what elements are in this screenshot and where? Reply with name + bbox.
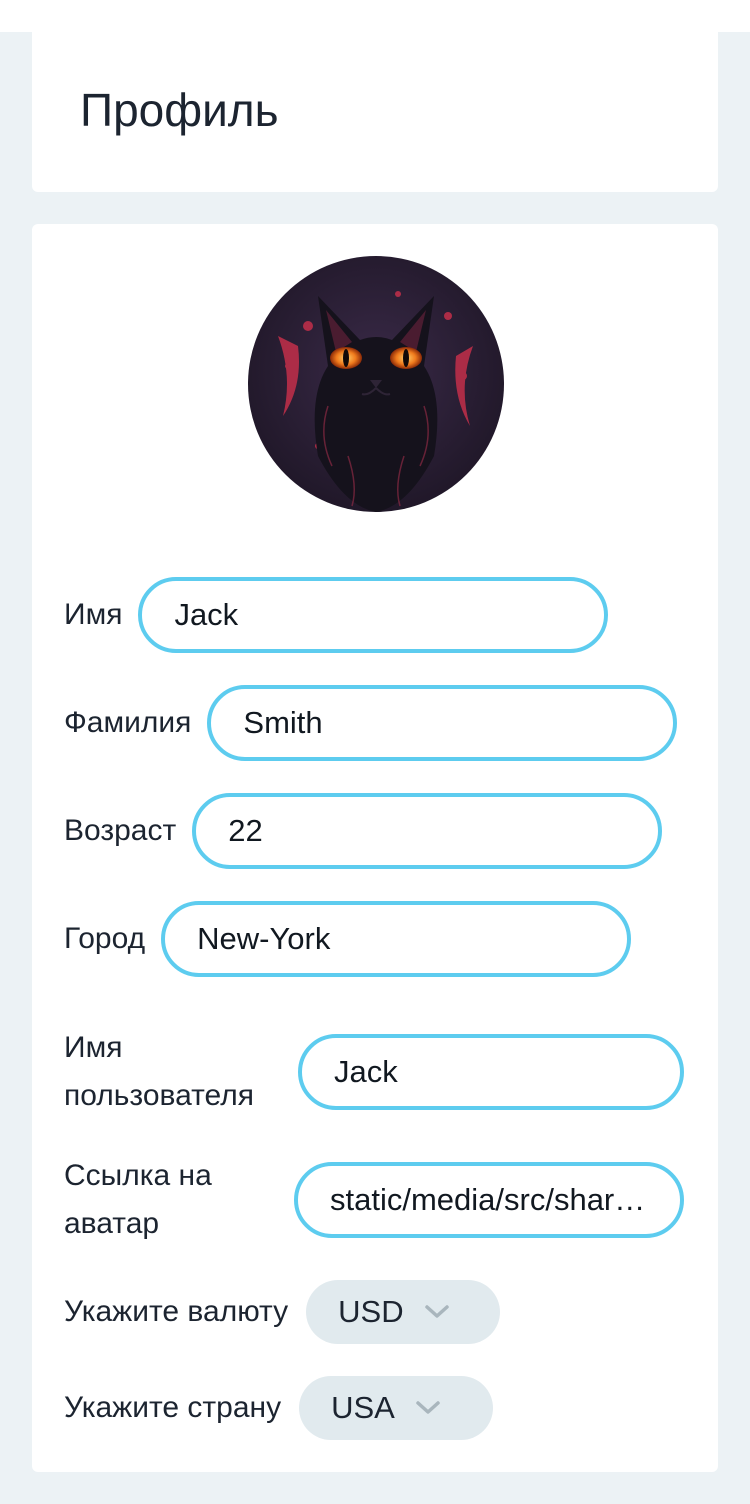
top-bar: [0, 0, 750, 32]
currency-select[interactable]: USD: [306, 1280, 501, 1344]
currency-row: Укажите валюту USD: [64, 1280, 501, 1344]
last-name-row: Фамилия: [64, 685, 678, 761]
last-name-label: Фамилия: [64, 706, 192, 739]
username-label: Имя пользователя: [64, 1031, 254, 1112]
first-name-input[interactable]: [138, 577, 609, 653]
username-input[interactable]: [298, 1034, 684, 1110]
avatar-image: [248, 256, 504, 512]
city-input[interactable]: [161, 901, 632, 977]
profile-card: Имя Фамилия Возраст Город Имя пользовате…: [32, 224, 718, 1472]
chevron-down-icon: [424, 1305, 449, 1318]
avatar-link-label: Ссылка на аватар: [64, 1159, 212, 1240]
chevron-down-icon: [416, 1401, 440, 1414]
city-label: Город: [64, 922, 146, 955]
first-name-row: Имя: [64, 577, 609, 653]
currency-value: USD: [338, 1294, 404, 1329]
page-title: Профиль: [80, 84, 279, 136]
country-label: Укажите страну: [64, 1391, 282, 1424]
avatar-link-input[interactable]: [294, 1162, 684, 1238]
country-value: USA: [331, 1390, 395, 1425]
avatar-link-row: Ссылка на аватар: [64, 1152, 684, 1248]
first-name-label: Имя: [64, 598, 123, 631]
last-name-input[interactable]: [207, 685, 678, 761]
age-label: Возраст: [64, 814, 177, 847]
country-select[interactable]: USA: [299, 1376, 494, 1440]
avatar: [248, 256, 504, 512]
currency-label: Укажите валюту: [64, 1295, 289, 1328]
country-row: Укажите страну USA: [64, 1376, 494, 1440]
city-row: Город: [64, 901, 632, 977]
profile-header: Профиль: [32, 32, 718, 192]
username-row: Имя пользователя: [64, 1024, 684, 1120]
age-input[interactable]: [192, 793, 663, 869]
age-row: Возраст: [64, 793, 663, 869]
